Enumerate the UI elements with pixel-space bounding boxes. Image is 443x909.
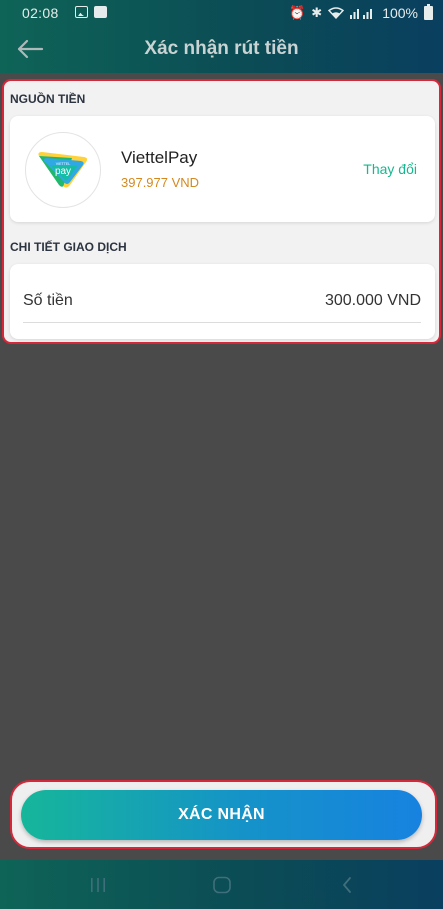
- amount-value: 300.000 VND: [324, 292, 421, 309]
- bluetooth-icon: ✱: [311, 5, 323, 20]
- wallet-logo: VIETTEL pay: [25, 132, 101, 208]
- header: 02:08 ⏰ ✱ 100% Xác nhận rút tiền: [0, 0, 443, 73]
- page-title: Xác nhận rút tiền: [144, 38, 299, 59]
- status-time: 02:08: [22, 5, 59, 21]
- transaction-summary: NGUỒN TIỀN VIETTEL pay ViettelPay 397.97…: [2, 79, 441, 344]
- detail-section-title: CHI TIẾT GIAO DỊCH: [10, 240, 127, 254]
- amount-label: Số tiền: [23, 292, 73, 309]
- home-button[interactable]: [197, 868, 247, 902]
- status-bar: 02:08 ⏰ ✱ 100%: [0, 0, 443, 28]
- recent-apps-button[interactable]: [73, 868, 123, 902]
- status-left-icons: [75, 6, 107, 18]
- funding-source-card: VIETTEL pay ViettelPay 397.977 VND Thay …: [10, 116, 435, 222]
- navigation-bar: [0, 860, 443, 909]
- logo-text: pay: [54, 166, 70, 177]
- status-right-icons: ⏰ ✱ 100%: [289, 4, 433, 21]
- confirm-area: XÁC NHẬN: [10, 780, 437, 849]
- battery-icon: [424, 4, 433, 20]
- image-icon: [75, 6, 88, 18]
- wifi-icon: [328, 7, 345, 19]
- signal-icon: [350, 9, 373, 19]
- battery-percent: 100%: [382, 5, 418, 21]
- confirm-button[interactable]: XÁC NHẬN: [21, 790, 422, 840]
- wallet-name: ViettelPay: [121, 148, 198, 167]
- viettelpay-logo-icon: VIETTEL pay: [37, 151, 87, 187]
- recent-apps-icon: [91, 878, 105, 892]
- wallet-balance: 397.977 VND: [121, 175, 200, 190]
- notification-icon: [94, 6, 107, 18]
- source-section-title: NGUỒN TIỀN: [10, 92, 86, 106]
- change-source-link[interactable]: Thay đổi: [363, 161, 417, 177]
- divider: [23, 322, 421, 323]
- system-back-button[interactable]: [322, 868, 372, 902]
- back-icon: [343, 877, 351, 893]
- transaction-detail-card: Số tiền 300.000 VND: [10, 264, 435, 339]
- alarm-icon: ⏰: [289, 5, 306, 20]
- home-icon: [213, 876, 231, 894]
- app-bar: Xác nhận rút tiền: [0, 28, 443, 73]
